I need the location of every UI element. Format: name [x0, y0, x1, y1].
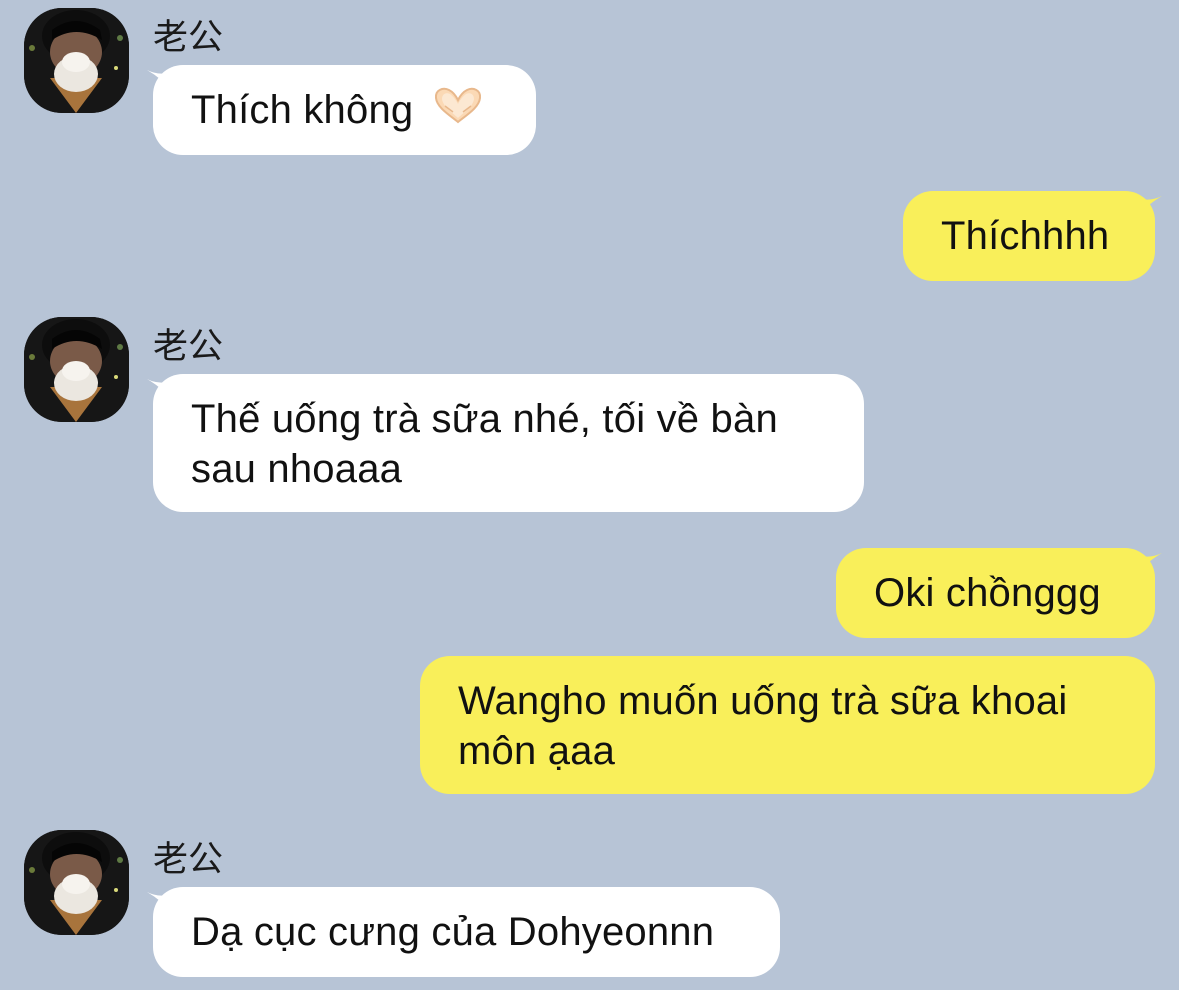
message-text: Oki chồnggg: [874, 571, 1101, 615]
message-bubble-outgoing[interactable]: Thíchhhh: [903, 191, 1155, 281]
message-text: Thích không: [191, 88, 414, 132]
message-text: Thíchhhh: [941, 214, 1110, 258]
message-text: Wangho muốn uống trà sữa khoai môn ạaa: [458, 679, 1068, 773]
avatar-photo-icon: [24, 317, 129, 422]
contact-avatar[interactable]: [24, 8, 129, 113]
message-text: Dạ cục cưng của Dohyeonnn: [191, 910, 715, 954]
avatar-photo-icon: [24, 8, 129, 113]
chat-area[interactable]: 老公 Thích không Thíchhhh 老公 Thế uống trà …: [0, 0, 1179, 990]
heart-hands-emoji-icon: [431, 86, 485, 138]
contact-avatar[interactable]: [24, 317, 129, 422]
message-bubble-incoming[interactable]: Thế uống trà sữa nhé, tối về bàn sau nho…: [153, 374, 864, 512]
message-bubble-outgoing[interactable]: Wangho muốn uống trà sữa khoai môn ạaa: [420, 656, 1155, 794]
message-bubble-outgoing[interactable]: Oki chồnggg: [836, 548, 1155, 638]
message-bubble-incoming[interactable]: Thích không: [153, 65, 536, 155]
sender-name: 老公: [153, 18, 224, 58]
avatar-photo-icon: [24, 830, 129, 935]
message-text: Thế uống trà sữa nhé, tối về bàn sau nho…: [191, 397, 778, 491]
sender-name: 老公: [153, 327, 224, 367]
sender-name: 老公: [153, 840, 224, 880]
message-bubble-incoming[interactable]: Dạ cục cưng của Dohyeonnn: [153, 887, 780, 977]
contact-avatar[interactable]: [24, 830, 129, 935]
